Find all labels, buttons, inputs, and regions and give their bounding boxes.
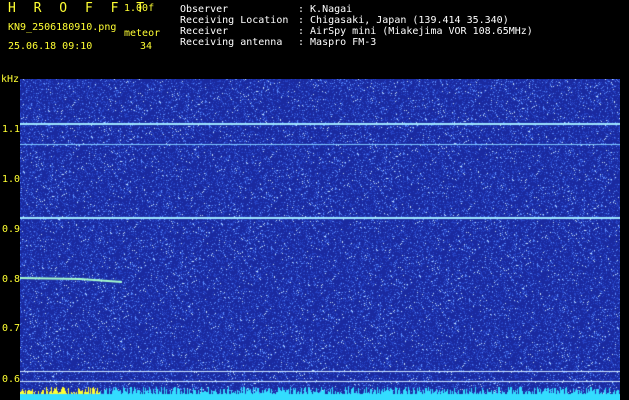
capture-type: meteor (124, 28, 161, 39)
y-tick-0-9: 0.9 (2, 224, 21, 235)
y-tick-1-1: 1.1 (2, 124, 21, 135)
antenna-label: Receiving antenna (180, 37, 283, 48)
y-tick-1-0: 1.0 (2, 174, 21, 185)
meteor-count: 34 (140, 41, 153, 52)
capture-datetime: 25.06.18 09:10 (8, 41, 93, 52)
y-axis-unit: kHz (1, 74, 20, 85)
location-label: Receiving Location (180, 15, 289, 26)
y-tick-0-6: 0.6 (2, 374, 21, 385)
antenna-value: : Maspro FM-3 (298, 37, 377, 48)
location-value: : Chigasaki, Japan (139.414 35.340) (298, 15, 509, 26)
y-tick-0-7: 0.7 (2, 323, 21, 334)
header-panel: H R O F F T 1.00f KN9_2506180910.png met… (0, 0, 629, 78)
spectrogram-canvas (20, 79, 620, 400)
observer-value: : K.Nagai (298, 4, 353, 15)
app-version: 1.00f (124, 3, 155, 14)
file-name: KN9_2506180910.png (8, 22, 117, 33)
receiver-label: Receiver (180, 26, 229, 37)
y-tick-0-8: 0.8 (2, 274, 21, 285)
receiver-value: : AirSpy mini (Miakejima VOR 108.65MHz) (298, 26, 533, 37)
observer-label: Observer (180, 4, 229, 15)
